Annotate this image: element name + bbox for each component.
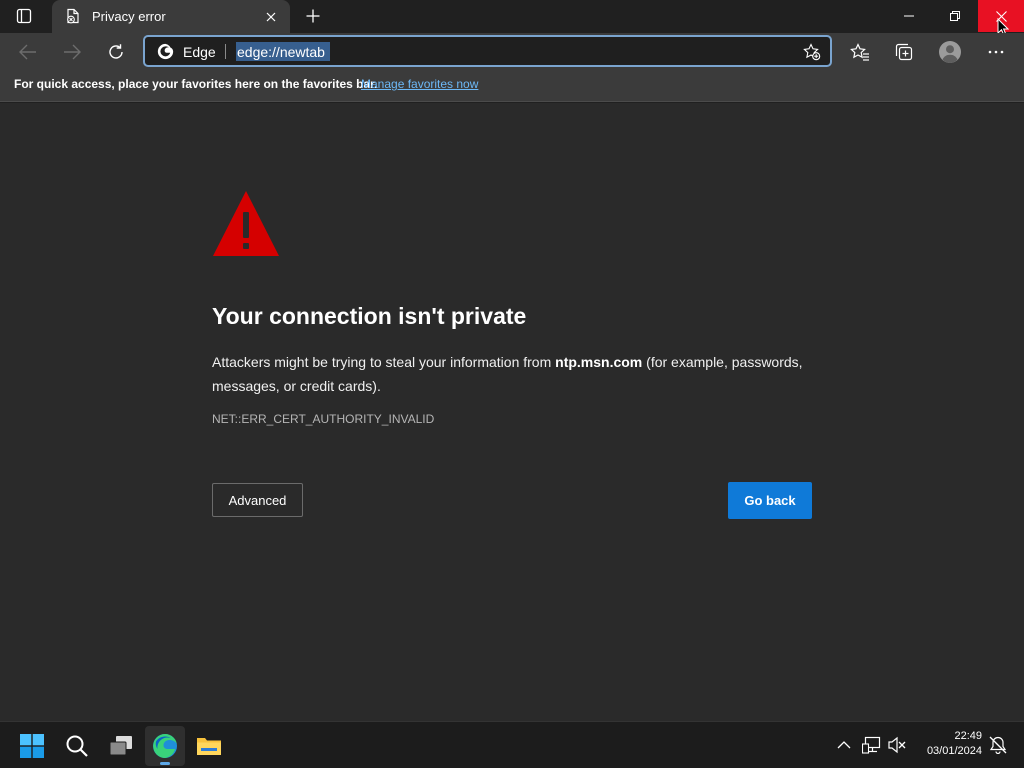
show-hidden-icons-button[interactable]	[833, 734, 855, 756]
volume-button[interactable]	[886, 734, 908, 756]
clock-time: 22:49	[954, 730, 982, 742]
tab-actions-icon	[16, 8, 32, 24]
notifications-button[interactable]	[987, 734, 1009, 756]
taskbar-file-explorer-button[interactable]	[189, 726, 229, 766]
go-back-button[interactable]: Go back	[728, 482, 812, 519]
notification-bell-icon	[989, 736, 1007, 754]
favorites-button[interactable]	[845, 37, 875, 67]
tab-title: Privacy error	[92, 9, 166, 24]
error-description-before: Attackers might be trying to steal your …	[212, 354, 556, 370]
address-bar[interactable]: Edge	[143, 35, 832, 67]
tab-actions-button[interactable]	[8, 4, 40, 28]
collections-button[interactable]	[889, 37, 919, 67]
task-view-icon	[109, 736, 132, 756]
new-tab-button[interactable]	[300, 4, 326, 28]
minimize-icon	[904, 15, 914, 17]
warning-icon	[213, 191, 279, 256]
task-view-button[interactable]	[101, 726, 141, 766]
clock-date: 03/01/2024	[926, 745, 982, 757]
tab-privacy-error[interactable]: Privacy error	[52, 0, 290, 33]
favorites-bar-message: For quick access, place your favorites h…	[14, 77, 378, 91]
close-icon	[266, 12, 276, 22]
edge-brand-label: Edge	[183, 44, 216, 60]
taskbar-edge-button[interactable]	[145, 726, 185, 766]
error-heading: Your connection isn't private	[212, 303, 527, 329]
collections-icon	[895, 43, 913, 61]
back-button[interactable]	[12, 36, 44, 68]
error-page: Your connection isn't private Attackers …	[0, 103, 1024, 721]
error-host: ntp.msn.com	[555, 354, 643, 370]
taskbar: 22:49 03/01/2024	[0, 721, 1024, 768]
minimize-button[interactable]	[886, 0, 932, 32]
restore-button[interactable]	[932, 0, 978, 32]
start-button[interactable]	[12, 726, 52, 766]
more-icon	[988, 50, 1004, 54]
error-description: Attackers might be trying to steal your …	[212, 350, 822, 398]
address-separator	[225, 44, 226, 59]
arrow-left-icon	[19, 44, 36, 60]
taskbar-search-button[interactable]	[57, 726, 97, 766]
url-input[interactable]	[236, 42, 330, 61]
tab-close-button[interactable]	[260, 6, 282, 28]
add-favorite-icon[interactable]	[803, 43, 821, 61]
refresh-icon	[109, 44, 123, 59]
arrow-right-icon	[64, 44, 81, 60]
error-code: NET::ERR_CERT_AUTHORITY_INVALID	[212, 412, 435, 426]
forward-button[interactable]	[56, 36, 88, 68]
network-button[interactable]	[861, 734, 883, 756]
restore-icon	[950, 11, 960, 21]
favorites-star-icon	[850, 43, 869, 61]
navigation-toolbar: Edge	[0, 33, 1024, 70]
file-explorer-icon	[197, 738, 221, 755]
favorites-bar: For quick access, place your favorites h…	[0, 70, 1024, 102]
page-error-icon	[67, 8, 79, 24]
plus-icon	[306, 9, 320, 23]
profile-avatar-icon	[939, 41, 961, 63]
network-icon	[862, 736, 881, 754]
manage-favorites-link[interactable]: Manage favorites now	[361, 77, 478, 91]
edge-logo-icon	[157, 43, 174, 60]
profile-button[interactable]	[935, 37, 965, 67]
start-icon	[20, 734, 44, 758]
chevron-up-icon	[837, 741, 851, 749]
settings-more-button[interactable]	[981, 37, 1011, 67]
edge-icon	[153, 734, 177, 758]
title-bar: Privacy error	[0, 0, 1024, 36]
taskbar-clock[interactable]: 22:49 03/01/2024	[912, 729, 982, 759]
refresh-button[interactable]	[100, 36, 132, 68]
advanced-button[interactable]: Advanced	[212, 483, 303, 517]
search-icon	[66, 735, 88, 757]
volume-muted-icon	[888, 736, 906, 754]
